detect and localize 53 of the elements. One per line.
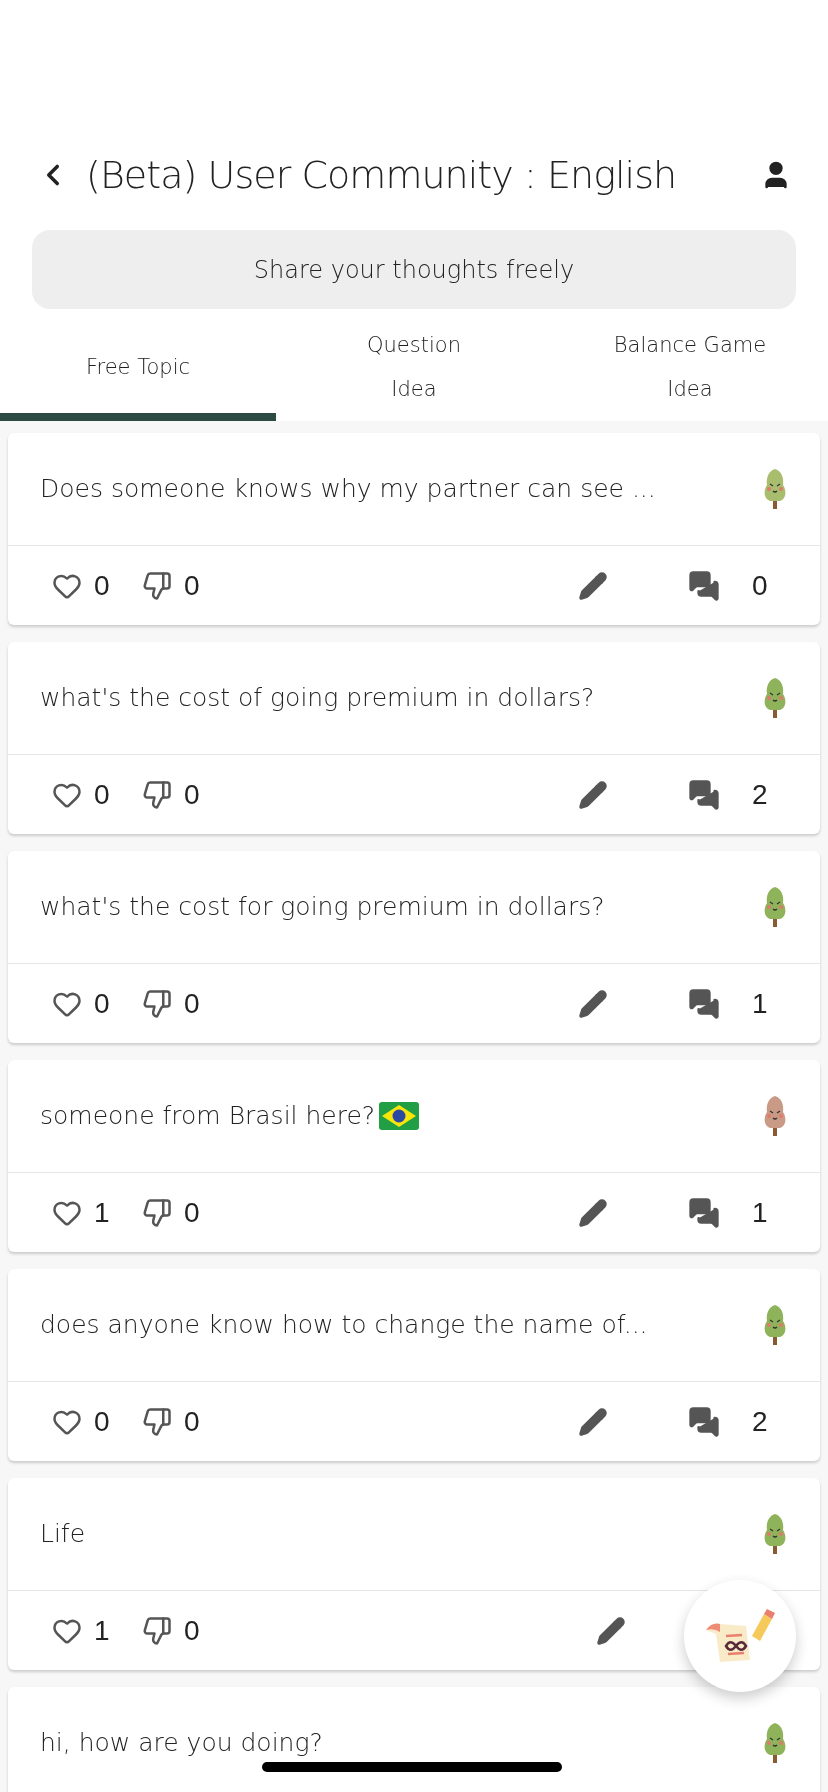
comment-count: 0 bbox=[752, 568, 769, 603]
pencil-icon[interactable] bbox=[578, 779, 608, 810]
tab[interactable]: Balance Game Idea bbox=[552, 321, 828, 421]
pencil-icon[interactable] bbox=[578, 1197, 608, 1228]
thumbs-down-icon[interactable] bbox=[142, 779, 172, 810]
post-title: does anyone know how to change the name of... bbox=[40, 1309, 648, 1342]
post-card[interactable]: Does someone knows why my partner can see ... 0 0 0 bbox=[8, 433, 820, 625]
comments-icon[interactable] bbox=[688, 1196, 720, 1229]
dislike-count: 0 bbox=[184, 1195, 200, 1230]
tab[interactable]: Free Topic bbox=[0, 321, 276, 421]
post-card[interactable]: what's the cost of going premium in dollars? 0 0 2 bbox=[8, 642, 820, 834]
post-title: what's the cost of going premium in dollars? bbox=[40, 682, 595, 715]
comment-count: 2 bbox=[752, 1404, 769, 1439]
post-title: Does someone knows why my partner can see ... bbox=[40, 473, 656, 506]
thumbs-down-icon[interactable] bbox=[142, 988, 172, 1019]
post-card[interactable]: Life 1 0 bbox=[8, 1478, 820, 1670]
thumbs-down-icon[interactable] bbox=[142, 1615, 172, 1646]
like-count: 0 bbox=[94, 568, 111, 603]
like-count: 0 bbox=[94, 986, 111, 1021]
comment-count: 1 bbox=[752, 986, 769, 1021]
dislike-count: 0 bbox=[184, 986, 200, 1021]
comment-count: 1 bbox=[752, 1195, 769, 1230]
share-thoughts-button[interactable]: Share your thoughts freely bbox=[32, 230, 796, 309]
pencil-icon[interactable] bbox=[578, 570, 608, 601]
tab[interactable]: Question Idea bbox=[276, 321, 552, 421]
like-count: 0 bbox=[94, 777, 111, 812]
post-title: someone from Brasil here? bbox=[40, 1100, 376, 1133]
thumbs-down-icon[interactable] bbox=[142, 570, 172, 601]
post-card[interactable]: what's the cost for going premium in dollars? 0 0 1 bbox=[8, 851, 820, 1043]
comments-icon[interactable] bbox=[688, 987, 720, 1020]
post-card[interactable]: someone from Brasil here? 1 0 1 bbox=[8, 1060, 820, 1252]
comments-icon[interactable] bbox=[688, 1405, 720, 1438]
post-card[interactable]: does anyone know how to change the name of... 0 0 2 bbox=[8, 1269, 820, 1461]
pencil-icon[interactable] bbox=[578, 988, 608, 1019]
comments-icon[interactable] bbox=[688, 569, 720, 602]
dislike-count: 0 bbox=[184, 777, 200, 812]
post-title: what's the cost for going premium in dollars? bbox=[40, 891, 605, 924]
dislike-count: 0 bbox=[184, 568, 200, 603]
thumbs-down-icon[interactable] bbox=[142, 1406, 172, 1437]
page-title: (Beta) User Community : English bbox=[86, 151, 678, 199]
pencil-icon[interactable] bbox=[596, 1615, 626, 1646]
like-count: 1 bbox=[94, 1195, 111, 1230]
post-title: Life bbox=[40, 1518, 86, 1551]
pencil-icon[interactable] bbox=[578, 1406, 608, 1437]
thumbs-down-icon[interactable] bbox=[142, 1197, 172, 1228]
like-count: 1 bbox=[94, 1613, 111, 1648]
comments-icon[interactable] bbox=[688, 778, 720, 811]
like-count: 0 bbox=[94, 1404, 111, 1439]
comment-count: 2 bbox=[752, 777, 769, 812]
dislike-count: 0 bbox=[184, 1613, 200, 1648]
post-title: hi, how are you doing? bbox=[40, 1727, 323, 1760]
post-card[interactable]: hi, how are you doing? bbox=[8, 1687, 820, 1792]
dislike-count: 0 bbox=[184, 1404, 200, 1439]
